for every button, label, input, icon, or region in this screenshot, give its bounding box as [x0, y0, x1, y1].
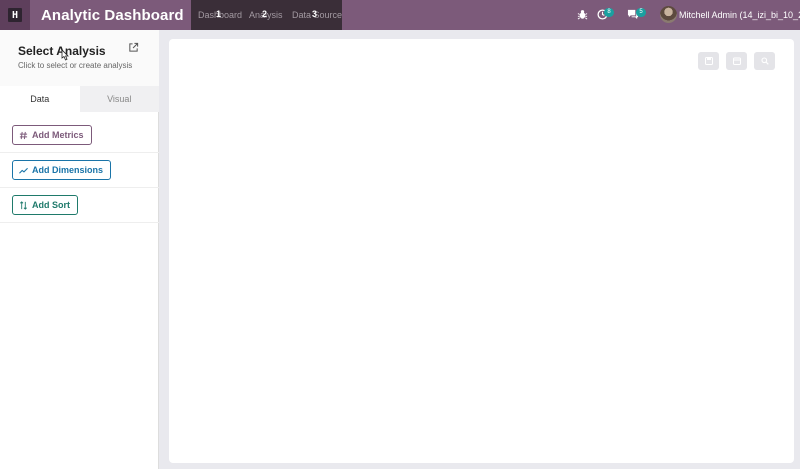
main-menu: Dashboard 1 Analysis 2 Data Source 3	[191, 0, 342, 30]
tab-visual[interactable]: Visual	[79, 86, 159, 112]
search-icon	[760, 57, 769, 65]
metrics-row: Add Metrics	[0, 118, 159, 153]
user-menu[interactable]: Mitchell Admin (14_izi_bi_10_2)	[679, 10, 800, 20]
apps-menu-button[interactable]: H	[0, 0, 30, 30]
analysis-canvas	[169, 39, 794, 463]
sidebar-header[interactable]: Select Analysis Click to select or creat…	[0, 30, 159, 86]
messages-badge: 5	[636, 8, 646, 17]
line-chart-icon	[19, 166, 28, 175]
add-metrics-label: Add Metrics	[32, 130, 84, 140]
save-button[interactable]	[698, 52, 719, 70]
tab-data[interactable]: Data	[0, 86, 80, 112]
calendar-button[interactable]	[726, 52, 747, 70]
menu-step-number: 2	[262, 9, 268, 19]
menu-item-label: Data Source	[292, 10, 343, 20]
save-icon	[704, 57, 713, 65]
add-dimensions-button[interactable]: Add Dimensions	[12, 160, 112, 180]
avatar[interactable]	[660, 6, 677, 23]
calendar-icon	[732, 57, 741, 65]
add-sort-label: Add Sort	[32, 200, 70, 210]
hash-icon	[19, 131, 28, 140]
add-sort-button[interactable]: Add Sort	[12, 195, 78, 215]
external-link-icon[interactable]	[128, 42, 139, 53]
menu-step-number: 1	[216, 9, 222, 19]
menu-item-dashboard[interactable]: Dashboard 1	[198, 9, 242, 20]
menu-item-analysis[interactable]: Analysis 2	[249, 9, 283, 20]
mouse-cursor-icon	[61, 49, 69, 61]
sidebar-subtitle: Click to select or create analysis	[18, 61, 133, 70]
app-title: Analytic Dashboard	[41, 6, 184, 24]
search-button[interactable]	[754, 52, 775, 70]
bug-icon[interactable]	[577, 9, 588, 20]
add-metrics-button[interactable]: Add Metrics	[12, 125, 92, 145]
activity-badge: 8	[604, 8, 614, 17]
add-dimensions-label: Add Dimensions	[32, 165, 104, 175]
top-navbar: H Analytic Dashboard Dashboard 1 Analysi…	[0, 0, 800, 30]
sort-row: Add Sort	[0, 188, 159, 223]
dimensions-row: Add Dimensions	[0, 153, 159, 188]
analysis-sidebar: Select Analysis Click to select or creat…	[0, 30, 159, 469]
sort-arrows-icon	[19, 200, 28, 210]
menu-item-data-source[interactable]: Data Source 3	[292, 9, 343, 20]
menu-step-number: 3	[312, 9, 318, 19]
sidebar-tabs: Data Visual	[0, 86, 159, 112]
app-logo-icon: H	[8, 8, 22, 22]
